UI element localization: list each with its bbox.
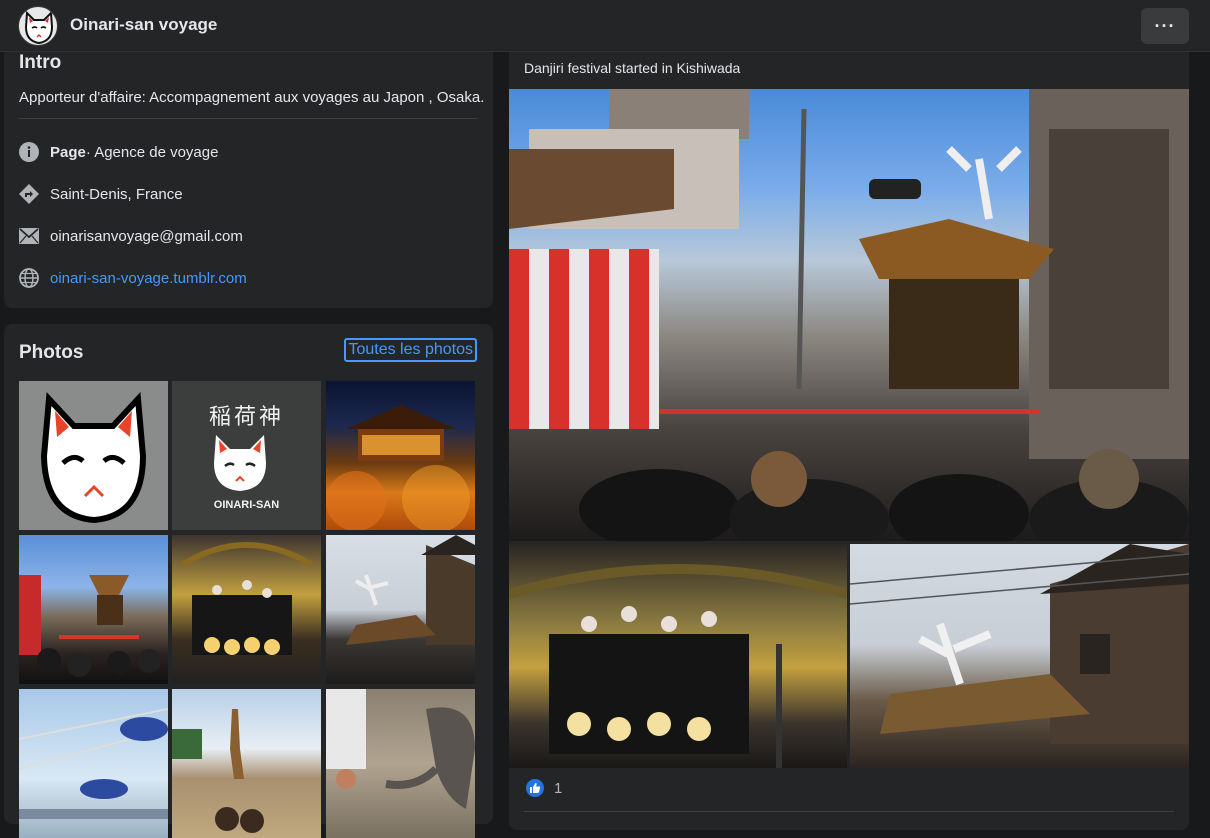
- post-image-night[interactable]: [509, 544, 847, 768]
- more-options-button[interactable]: ···: [1141, 8, 1189, 44]
- fox-mask-icon: [40, 391, 147, 524]
- info-row-category: Page · Agence de voyage: [18, 140, 218, 164]
- page-avatar[interactable]: [18, 6, 58, 46]
- info-row-location: Saint-Denis, France: [18, 182, 183, 206]
- photo-thumb-zoo-elephant[interactable]: [326, 689, 475, 838]
- location-text: Saint-Denis, France: [50, 185, 183, 203]
- photos-title: Photos: [19, 342, 84, 363]
- photo-thumb-amusement-ride[interactable]: [19, 689, 168, 838]
- danjiri-parade-scene: [509, 89, 1189, 541]
- photo-thumb-fox-mask[interactable]: [19, 381, 168, 530]
- danjiri-roof-scene: [850, 544, 1189, 744]
- post-image-main[interactable]: [509, 89, 1189, 541]
- website-link[interactable]: oinari-san-voyage.tumblr.com: [50, 270, 247, 287]
- logo-japanese-caption: 稲荷神: [208, 405, 284, 430]
- post-reactions[interactable]: 1: [526, 779, 562, 797]
- email-text[interactable]: oinarisanvoyage@gmail.com: [50, 228, 243, 245]
- photo-thumb-temple-night[interactable]: [326, 381, 475, 530]
- see-all-photos-link[interactable]: Toutes les photos: [344, 338, 477, 362]
- intro-card: Intro Apporteur d'affaire: Accompagnemen…: [4, 30, 493, 308]
- elephant-scene: [326, 689, 475, 809]
- post-divider: [524, 811, 1174, 812]
- category-label: Page: [50, 143, 86, 161]
- mail-icon: [18, 225, 40, 247]
- intro-divider: [19, 118, 477, 119]
- giraffe-scene: [172, 709, 264, 833]
- temple-silhouette: [326, 405, 470, 530]
- photo-thumb-zoo-giraffe[interactable]: [172, 689, 321, 838]
- photo-thumb-danjiri-street[interactable]: [19, 535, 168, 684]
- intro-description: Apporteur d'affaire: Accompagnement aux …: [19, 89, 485, 106]
- post-image-roof[interactable]: [850, 544, 1189, 768]
- post-card: Danjiri festival started in Kishiwada 1: [509, 30, 1189, 830]
- page-name[interactable]: Oinari-san voyage: [70, 15, 217, 35]
- info-row-website: oinari-san-voyage.tumblr.com: [18, 266, 247, 290]
- more-dots-icon: ···: [1154, 15, 1176, 36]
- fox-mask-icon: [24, 10, 54, 45]
- photo-thumb-oinari-logo[interactable]: 稲荷神 OINARI-SAN: [172, 381, 321, 530]
- roof-dancer-scene: [346, 535, 475, 645]
- danjiri-night-scene: [509, 564, 847, 768]
- info-row-email: oinarisanvoyage@gmail.com: [18, 224, 243, 248]
- post-text: Danjiri festival started in Kishiwada: [524, 60, 741, 76]
- info-icon: [18, 141, 40, 163]
- photos-card: Photos Toutes les photos 稲荷神 OINARI-SAN: [4, 324, 493, 838]
- like-count: 1: [554, 779, 563, 797]
- like-icon: [526, 779, 544, 797]
- page-header: Oinari-san voyage ···: [0, 0, 1210, 52]
- intro-title: Intro: [19, 52, 62, 73]
- danjiri-scene: [19, 575, 161, 677]
- ride-scene: [19, 708, 168, 819]
- category-value: · Agence de voyage: [85, 143, 219, 161]
- photo-thumb-danjiri-roof[interactable]: [326, 535, 475, 684]
- fox-mask-icon: [214, 435, 266, 491]
- directions-icon: [18, 183, 40, 205]
- globe-icon: [18, 267, 40, 289]
- crowd-scene: [180, 542, 314, 655]
- logo-caption: OINARI-SAN: [213, 499, 280, 511]
- photo-thumb-danjiri-night[interactable]: [172, 535, 321, 684]
